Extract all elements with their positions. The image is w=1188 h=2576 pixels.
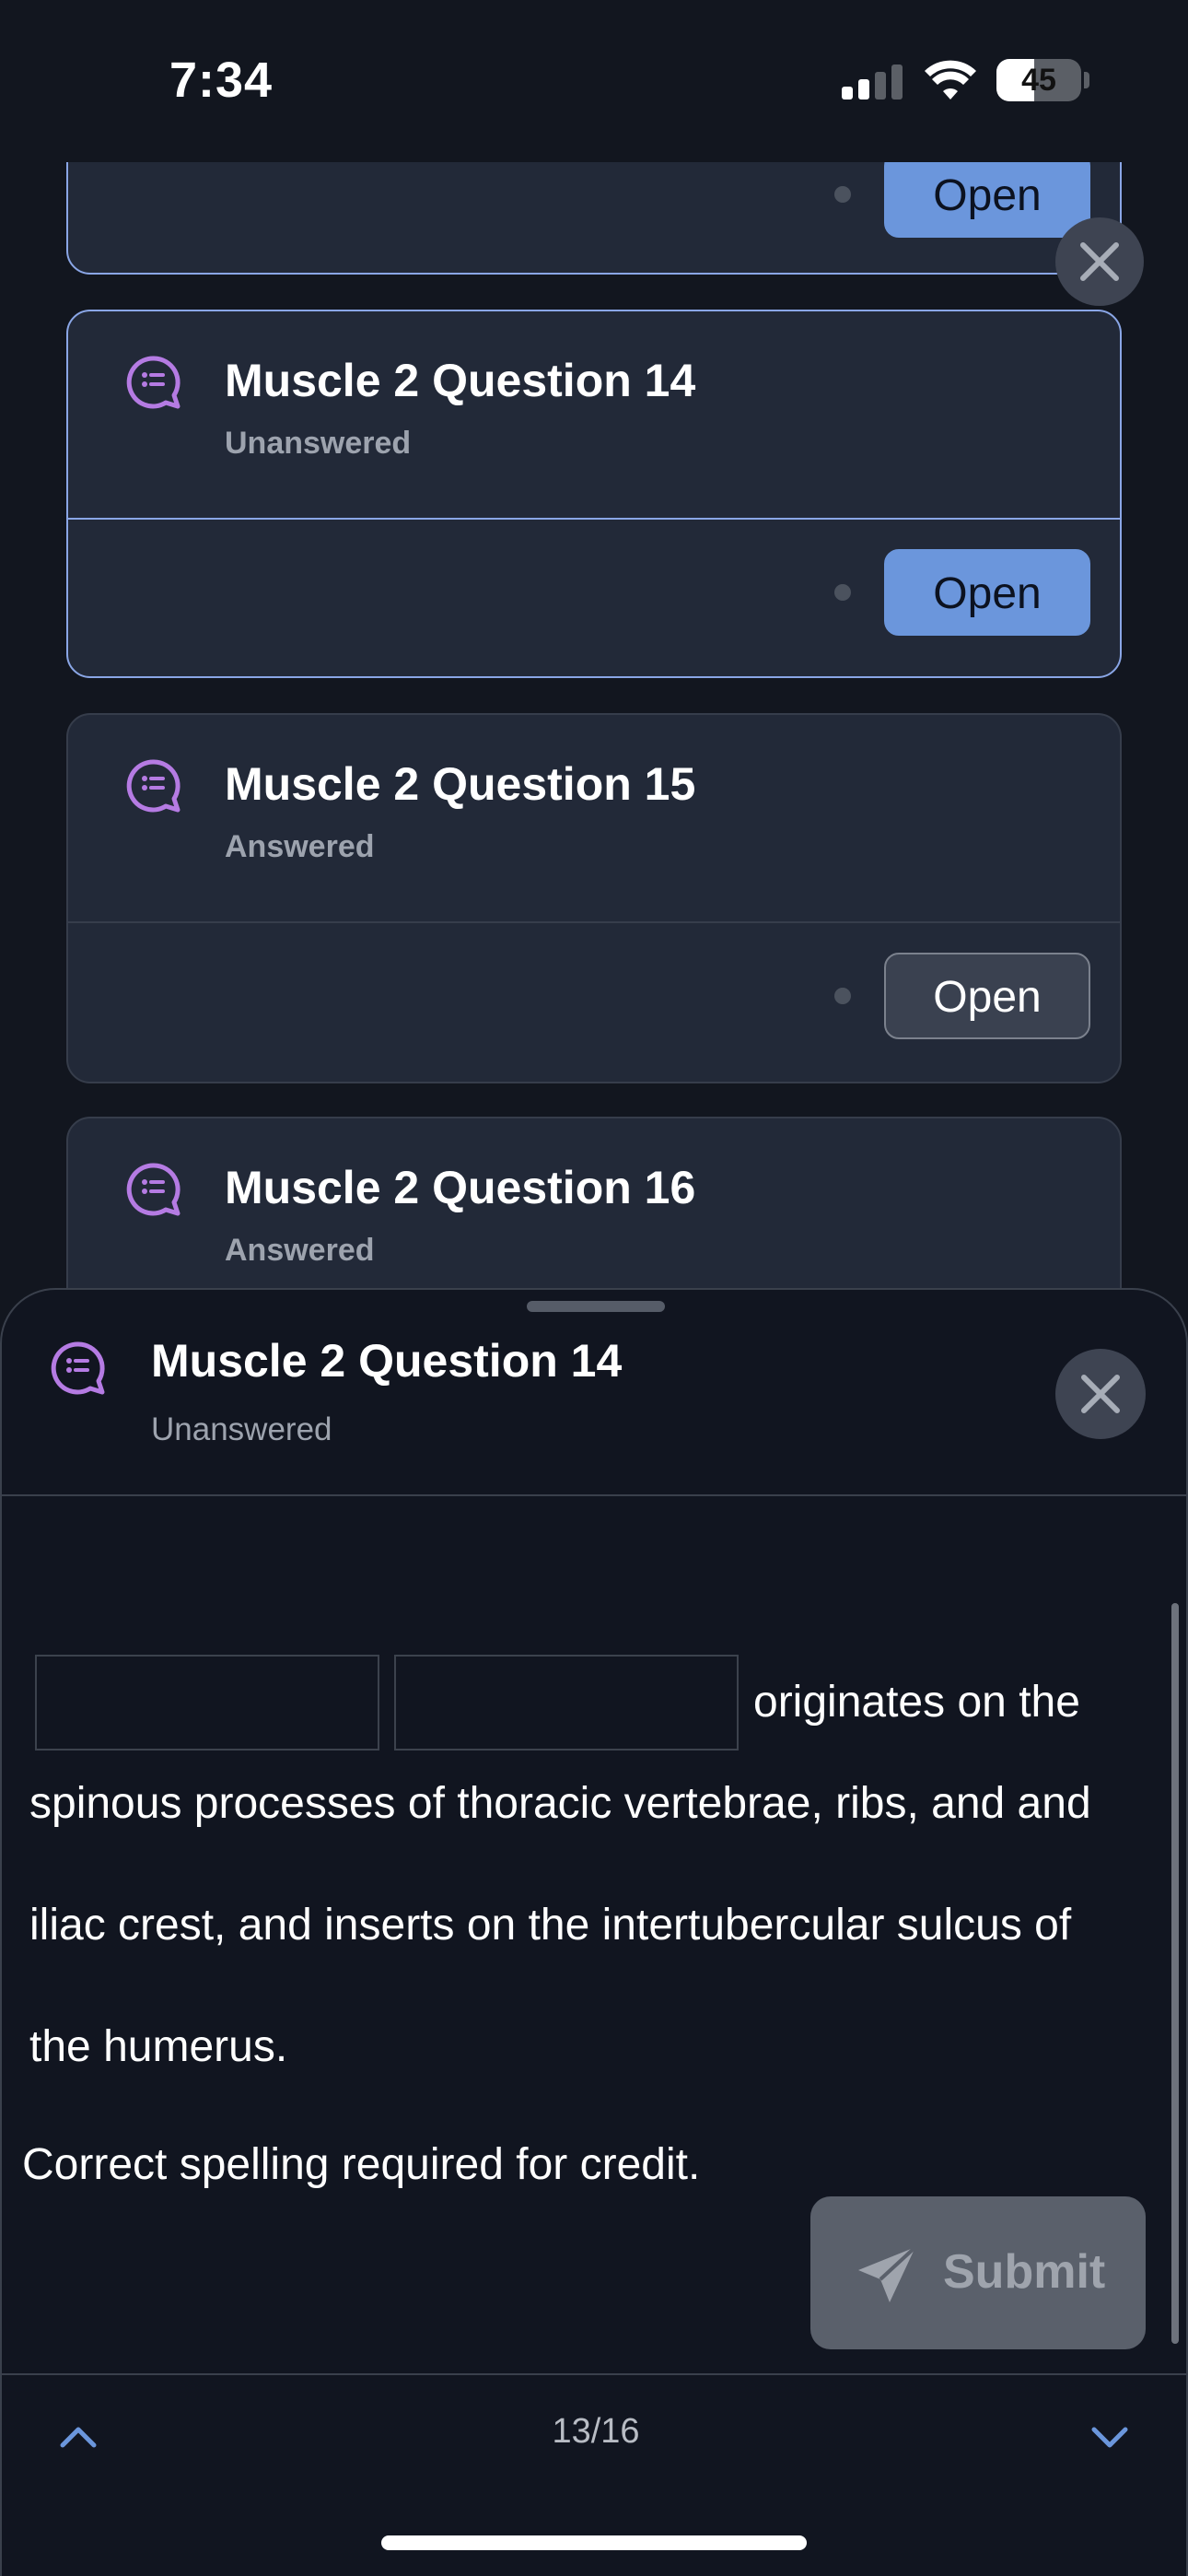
question-card[interactable]: Muscle 2 Question 15 Answered Open	[66, 713, 1122, 1083]
scrollbar[interactable]	[1171, 1603, 1179, 2344]
footer-divider	[2, 2373, 1186, 2375]
card-header[interactable]: Muscle 2 Question 15 Answered	[68, 715, 1120, 921]
battery-cap	[1084, 72, 1089, 88]
card-status: Answered	[225, 829, 375, 864]
status-bar: 7:34 45	[0, 0, 1188, 162]
battery-icon: 45	[996, 59, 1081, 101]
question-text-line: iliac crest, and inserts on the intertub…	[29, 1901, 1072, 1950]
card-actions: Open	[68, 923, 1120, 1080]
sheet-status: Unanswered	[151, 1411, 332, 1447]
chevron-down-icon[interactable]	[1089, 2416, 1131, 2458]
card-status: Answered	[225, 1233, 375, 1268]
question-text-line: spinous processes of thoracic vertebrae,…	[29, 1779, 1091, 1828]
card-title: Muscle 2 Question 15	[225, 758, 696, 810]
status-dot	[834, 988, 851, 1004]
card-title: Muscle 2 Question 14	[225, 355, 696, 406]
question-text-line: the humerus.	[29, 2022, 288, 2071]
close-icon	[1080, 242, 1119, 281]
question-card[interactable]: Muscle 2 Question 14 Unanswered Open	[66, 310, 1122, 678]
chat-bubble-list-icon	[126, 759, 181, 813]
pager-indicator: 13/16	[552, 2412, 640, 2451]
status-dot	[834, 584, 851, 601]
status-time: 7:34	[169, 53, 274, 108]
card-actions: Open	[68, 520, 1120, 676]
sheet-grabber[interactable]	[527, 1301, 665, 1312]
open-button[interactable]: Open	[884, 549, 1090, 636]
home-indicator	[381, 2535, 807, 2550]
paper-plane-icon	[858, 2245, 917, 2302]
chat-bubble-list-icon	[126, 1163, 181, 1216]
sheet-divider	[2, 1494, 1186, 1496]
close-sheet-button[interactable]	[1055, 1349, 1146, 1439]
card-status: Unanswered	[225, 426, 412, 461]
card-header[interactable]: Muscle 2 Question 14 Unanswered	[68, 311, 1120, 518]
chat-bubble-list-icon	[126, 356, 181, 409]
question-sheet: Muscle 2 Question 14 Unanswered originat…	[0, 1288, 1188, 2576]
answer-blank-2[interactable]	[394, 1655, 739, 1751]
spelling-note: Correct spelling required for credit.	[22, 2140, 701, 2189]
battery-percentage: 45	[1021, 63, 1056, 98]
sheet-title: Muscle 2 Question 14	[151, 1335, 623, 1387]
status-dot	[834, 186, 851, 203]
close-button[interactable]	[1055, 217, 1144, 306]
close-icon	[1081, 1375, 1120, 1413]
cellular-signal-icon	[842, 64, 903, 100]
answer-blank-1[interactable]	[35, 1655, 379, 1751]
chat-bubble-list-icon	[51, 1341, 105, 1395]
submit-label: Submit	[943, 2245, 1106, 2299]
card-title: Muscle 2 Question 16	[225, 1162, 696, 1213]
submit-button[interactable]: Submit	[810, 2196, 1146, 2349]
question-text-line: originates on the	[753, 1678, 1080, 1727]
wifi-icon	[925, 60, 976, 100]
screen: 7:34 45 Open Muscle 2 Question 14 Unansw…	[0, 0, 1188, 2576]
open-button[interactable]: Open	[884, 953, 1090, 1039]
